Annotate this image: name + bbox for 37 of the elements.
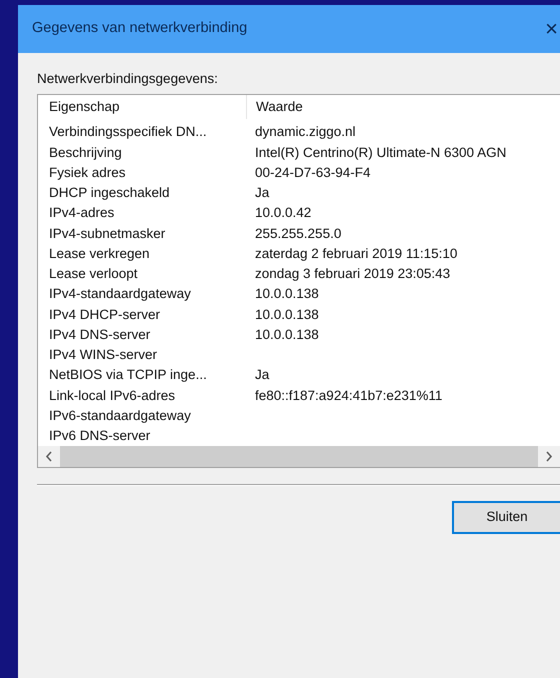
value-cell-text: Ja [254, 184, 270, 202]
property-cell-text: IPv6 DNS-server [48, 427, 152, 445]
property-cell-text: Lease verloopt [48, 265, 139, 283]
property-cell-text: Fysiek adres [48, 164, 127, 182]
column-header[interactable]: Eigenschap [38, 97, 246, 118]
close-dialog-button[interactable]: Sluiten [452, 501, 560, 534]
property-cell-text: IPv4 DNS-server [48, 326, 152, 344]
property-cell-text: Link-local IPv6-adres [48, 386, 176, 404]
value-cell-text: zondag 3 februari 2019 23:05:43 [254, 265, 450, 283]
value-cell-text: Intel(R) Centrino(R) Ultimate-N 6300 AGN [254, 144, 506, 162]
window-title: Gegevens van netwerkverbinding [32, 19, 248, 38]
scroll-right-icon[interactable] [545, 451, 553, 462]
value-cell-text: 00-24-D7-63-94-F4 [254, 164, 371, 182]
column-header[interactable]: Waarde [247, 97, 303, 118]
value-cell-text: 10.0.0.138 [254, 306, 319, 324]
property-cell-text: IPv4-adres [48, 204, 116, 222]
value-cell-text: 10.0.0.42 [254, 204, 312, 222]
property-cell-text: IPv4 WINS-server [48, 346, 158, 364]
value-cell-text: zaterdag 2 februari 2019 11:15:10 [254, 244, 458, 263]
property-cell-text: Verbindingsspecifiek DN... [48, 123, 208, 142]
value-cell-text: 10.0.0.138 [254, 285, 319, 304]
property-cell-text: IPv4 DHCP-server [48, 306, 162, 324]
property-cell-text: IPv4-subnetmasker [48, 224, 166, 242]
scroll-left-icon[interactable] [45, 451, 53, 462]
value-cell-text: Ja [254, 366, 270, 384]
property-cell-text: IPv4-standaardgateway [48, 285, 192, 304]
value-cell-text: 10.0.0.138 [254, 326, 319, 344]
property-cell-text: NetBIOS via TCPIP inge... [48, 366, 208, 384]
value-cell-text: 255.255.255.0 [254, 224, 342, 242]
value-cell-text: dynamic.ziggo.nl [254, 123, 356, 142]
property-cell-text: Beschrijving [48, 144, 123, 162]
property-cell-text: DHCP ingeschakeld [48, 184, 171, 202]
value-cell-text: fe80::f187:a924:41b7:e231%11 [254, 386, 442, 404]
property-cell-text: Lease verkregen [48, 244, 151, 263]
group-label: Netwerkverbindingsgegevens: [37, 70, 219, 88]
close-button[interactable]: × [545, 18, 560, 40]
property-cell-text: IPv6-standaardgateway [48, 406, 192, 425]
